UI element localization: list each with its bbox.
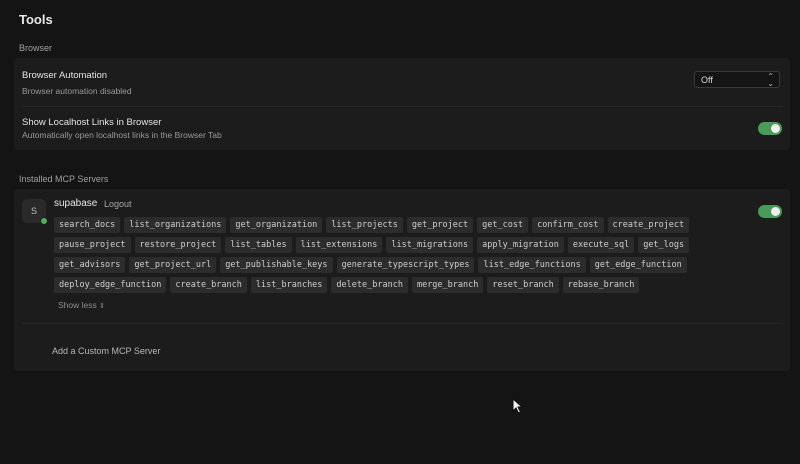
tool-chip: rebase_branch <box>562 277 640 293</box>
browser-automation-title: Browser Automation <box>22 70 108 81</box>
tool-chip: get_project <box>406 217 474 233</box>
avatar-letter: S <box>30 206 37 216</box>
tool-chip: restore_project <box>134 237 222 253</box>
avatar: S <box>22 199 48 225</box>
tool-chip: pause_project <box>54 237 131 253</box>
tool-chip: deploy_edge_function <box>54 277 167 293</box>
tool-chip: list_tables <box>225 237 292 253</box>
tool-chip: create_project <box>607 217 690 233</box>
tool-chip: reset_branch <box>487 277 559 293</box>
tool-row: pause_project restore_project list_tables l… <box>54 237 694 253</box>
tool-chip: list_branches <box>250 277 328 293</box>
browser-automation-select[interactable]: Off ⌃ ⌄ <box>694 71 780 88</box>
browser-automation-subtitle: Browser automation disabled <box>22 86 132 96</box>
browser-automation-select-value: Off <box>701 75 713 85</box>
tool-chip: confirm_cost <box>532 217 604 233</box>
tool-row: get_advisors get_project_url get_publishab… <box>54 257 694 273</box>
tool-chip: search_docs <box>54 217 121 233</box>
tool-chip: get_logs <box>638 237 690 253</box>
section-label-mcp: Installed MCP Servers <box>19 174 109 184</box>
tool-chip: list_extensions <box>295 237 383 253</box>
tool-list: search_docs list_organizations get_organiz… <box>54 217 694 297</box>
tool-chip: get_organization <box>230 217 323 233</box>
toggle-knob <box>771 207 780 216</box>
tool-chip: get_cost <box>477 217 529 233</box>
tool-chip: create_branch <box>170 277 247 293</box>
tool-row: deploy_edge_function create_branch list_br… <box>54 277 694 293</box>
tool-chip: list_organizations <box>124 217 227 233</box>
section-label-browser: Browser <box>19 43 53 53</box>
server-toggle[interactable] <box>758 205 782 218</box>
chevron-up-down-icon: ⇕ <box>99 303 105 310</box>
row-divider <box>22 323 782 324</box>
tool-chip: list_edge_functions <box>478 257 586 273</box>
tool-chip: generate_typescript_types <box>336 257 475 273</box>
tool-chip: get_advisors <box>54 257 126 273</box>
tool-chip: execute_sql <box>567 237 635 253</box>
tool-chip: get_publishable_keys <box>220 257 333 273</box>
localhost-links-toggle[interactable] <box>758 122 782 135</box>
tool-row: search_docs list_organizations get_organiz… <box>54 217 694 233</box>
server-name: supabase <box>54 198 98 209</box>
tool-chip: list_migrations <box>386 237 474 253</box>
toggle-knob <box>771 124 780 133</box>
chevron-up-down-icon: ⌃ ⌄ <box>767 72 774 88</box>
browser-automation-row: Browser Automation Browser automation di… <box>14 58 790 106</box>
tool-chip: get_edge_function <box>589 257 687 273</box>
localhost-links-subtitle: Automatically open localhost links in th… <box>22 130 222 140</box>
page-title: Tools <box>19 12 53 27</box>
add-mcp-server-button[interactable]: Add a Custom MCP Server <box>52 346 160 356</box>
localhost-links-title: Show Localhost Links in Browser <box>22 117 162 128</box>
show-less-label: Show less <box>58 300 97 310</box>
tool-chip: merge_branch <box>411 277 484 293</box>
show-less-button[interactable]: Show less ⇕ <box>58 300 105 310</box>
tool-chip: get_project_url <box>129 257 217 273</box>
tool-chip: delete_branch <box>331 277 408 293</box>
tool-chip: list_projects <box>326 217 403 233</box>
browser-settings-card: Browser Automation Browser automation di… <box>14 58 790 150</box>
mcp-servers-card: S supabase Logout search_docs list_organi… <box>14 189 790 371</box>
mouse-pointer-icon <box>512 398 524 414</box>
localhost-links-row: Show Localhost Links in Browser Automati… <box>14 107 790 150</box>
status-dot <box>40 217 48 225</box>
tool-chip: apply_migration <box>477 237 564 253</box>
logout-button[interactable]: Logout <box>104 199 132 209</box>
